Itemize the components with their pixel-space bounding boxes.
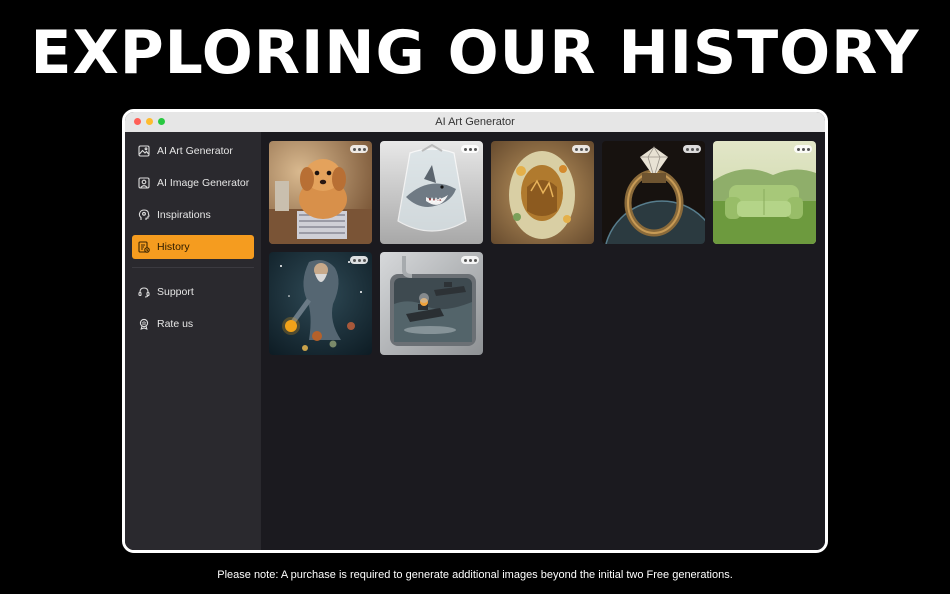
sidebar-item-ai-art-generator[interactable]: AI Art Generator: [132, 139, 254, 163]
history-grid: [269, 141, 816, 355]
more-options-button[interactable]: [683, 145, 701, 153]
sidebar-item-label: History: [157, 241, 190, 253]
sidebar: AI Art Generator AI Image Generator Insp…: [125, 132, 261, 550]
history-content: [261, 132, 825, 550]
close-window-button[interactable]: [134, 118, 141, 125]
page-headline: EXPLORING OUR HISTORY: [30, 18, 920, 88]
history-list-icon: [138, 241, 150, 253]
portrait-frame-icon: [138, 177, 150, 189]
sidebar-item-inspirations[interactable]: Inspirations: [132, 203, 254, 227]
window-controls: [134, 118, 165, 125]
sidebar-item-rate-us[interactable]: Rate us: [132, 312, 254, 336]
image-frame-icon: [138, 145, 150, 157]
sidebar-item-label: AI Image Generator: [157, 177, 250, 189]
history-image-diamond-ring[interactable]: [602, 141, 705, 244]
more-options-button[interactable]: [461, 256, 479, 264]
app-window: AI Art Generator AI Art Generator AI Ima…: [122, 109, 828, 553]
history-image-shark-in-bag[interactable]: [380, 141, 483, 244]
minimize-window-button[interactable]: [146, 118, 153, 125]
history-image-battleships-sink[interactable]: [380, 252, 483, 355]
lightbulb-head-icon: [138, 209, 150, 221]
purchase-note: Please note: A purchase is required to g…: [217, 569, 733, 581]
history-image-wizard-planets[interactable]: [269, 252, 372, 355]
history-image-painted-egg[interactable]: [491, 141, 594, 244]
wizard-image: [269, 252, 372, 355]
sofa-image: [713, 141, 816, 244]
sidebar-item-label: AI Art Generator: [157, 145, 233, 157]
ring-image: [602, 141, 705, 244]
sidebar-divider: [132, 267, 254, 268]
egg-image: [491, 141, 594, 244]
headset-icon: [138, 286, 150, 298]
shark-image: [380, 141, 483, 244]
sidebar-item-label: Rate us: [157, 318, 194, 330]
title-bar: AI Art Generator: [125, 112, 825, 132]
sidebar-item-ai-image-generator[interactable]: AI Image Generator: [132, 171, 254, 195]
more-options-button[interactable]: [794, 145, 812, 153]
more-options-button[interactable]: [350, 145, 368, 153]
sidebar-item-support[interactable]: Support: [132, 280, 254, 304]
sidebar-item-history[interactable]: History: [132, 235, 254, 259]
zoom-window-button[interactable]: [158, 118, 165, 125]
history-image-grass-sofa[interactable]: [713, 141, 816, 244]
sink-image: [380, 252, 483, 355]
more-options-button[interactable]: [572, 145, 590, 153]
more-options-button[interactable]: [461, 145, 479, 153]
window-title: AI Art Generator: [435, 116, 515, 128]
puppy-image: [269, 141, 372, 244]
more-options-button[interactable]: [350, 256, 368, 264]
sidebar-item-label: Inspirations: [157, 209, 211, 221]
sidebar-item-label: Support: [157, 286, 194, 298]
history-image-puppy-sewing[interactable]: [269, 141, 372, 244]
badge-star-icon: [138, 318, 150, 330]
